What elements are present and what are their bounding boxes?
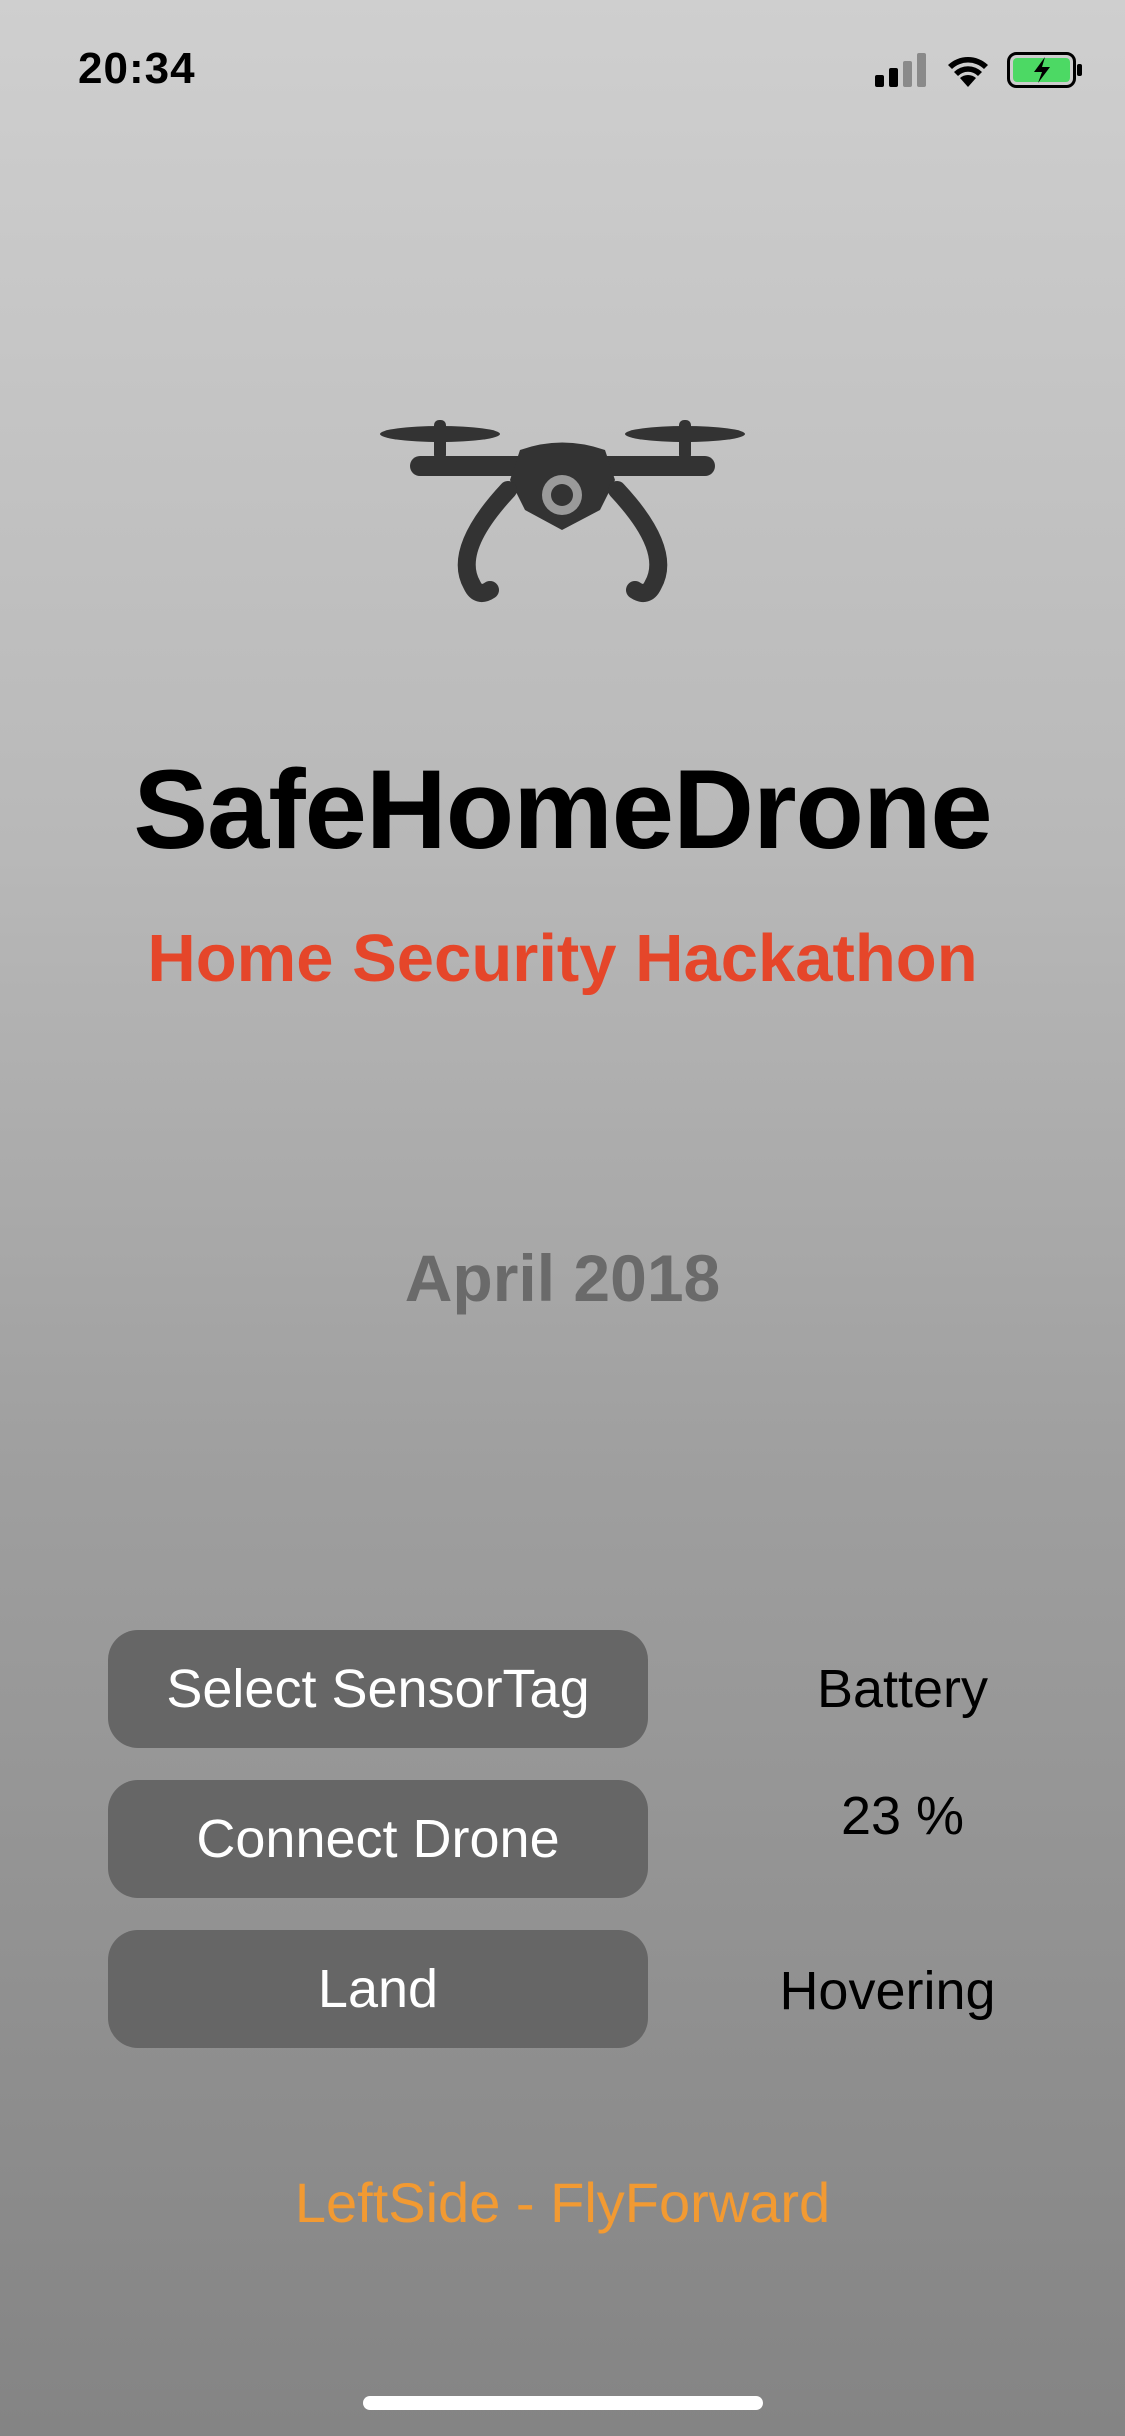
wifi-icon (948, 57, 988, 87)
event-date: April 2018 (404, 1241, 721, 1315)
app-subtitle: Home Security Hackathon (147, 921, 978, 996)
command-status-text: LeftSide - FlyForward (294, 2171, 831, 2234)
status-bar: 20:34 (0, 0, 1125, 135)
cellular-signal-icon (875, 53, 926, 87)
connect-drone-button[interactable]: Connect Drone (108, 1780, 648, 1898)
drone-icon (380, 420, 745, 602)
home-indicator[interactable] (363, 2396, 763, 2410)
battery-value: 23 % (840, 1786, 965, 1846)
battery-charging-icon (1007, 52, 1082, 88)
app-title: SafeHomeDrone (133, 747, 992, 872)
land-button[interactable]: Land (108, 1930, 648, 2048)
status-icons (875, 50, 1083, 90)
battery-label: Battery (816, 1659, 989, 1719)
status-time: 20:34 (78, 44, 196, 93)
select-sensortag-button[interactable]: Select SensorTag (108, 1630, 648, 1748)
flight-state-label: Hovering (779, 1961, 996, 2021)
